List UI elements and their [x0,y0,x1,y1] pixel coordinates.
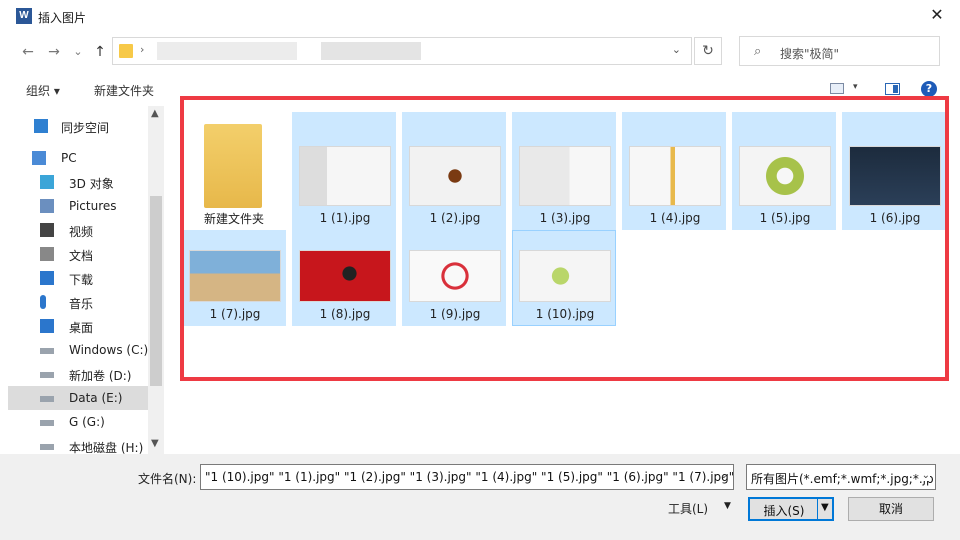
close-button[interactable]: ✕ [914,0,960,32]
scroll-down-icon[interactable]: ▼ [151,438,159,449]
split-divider [817,499,818,519]
sidebar-item[interactable]: Windows (C:) [8,338,148,362]
blurred-path-segment[interactable] [157,42,297,60]
insert-button[interactable]: 插入(S) ▼ [748,497,834,521]
refresh-button[interactable]: ↻ [694,37,722,65]
drive-icon [40,372,54,378]
chevron-right-icon: › [140,43,145,56]
music-icon [40,295,46,309]
view-icon[interactable] [830,83,844,94]
scroll-up-icon[interactable]: ▲ [151,108,159,119]
folder-icon [119,44,133,58]
download-icon [40,271,54,285]
footer-bar: 文件名(N): "1 (10).jpg" "1 (1).jpg" "1 (2).… [0,454,960,540]
sidebar-item-label: 3D 对象 [69,177,114,191]
filename-value: "1 (10).jpg" "1 (1).jpg" "1 (2).jpg" "1 … [205,470,734,484]
sidebar-item[interactable]: PC [8,146,148,170]
scrollbar-thumb[interactable] [150,196,162,386]
document-icon [40,247,54,261]
sidebar-item-label: 下载 [69,273,94,287]
3d-objects-icon [40,175,54,189]
pictures-icon [40,199,54,213]
back-button[interactable]: ← [18,42,38,62]
sidebar-item-label: Windows (C:) [69,343,149,357]
sidebar-item[interactable]: Pictures [8,194,148,218]
insert-label: 插入(S) [763,504,805,518]
new-folder-button[interactable]: 新建文件夹 [94,82,154,99]
dialog-title: 插入图片 [38,11,87,25]
blurred-path-segment[interactable] [321,42,421,60]
tools-button[interactable]: 工具(L) ▼ [668,500,731,517]
sidebar-item-label: 新加卷 (D:) [69,369,132,383]
search-icon: ⌕ [754,44,762,59]
sidebar-item-label: 文档 [69,249,94,263]
file-type-dropdown-icon[interactable]: ⌄ [921,470,930,481]
filename-label: 文件名(N): [138,472,197,486]
filename-input[interactable]: "1 (10).jpg" "1 (1).jpg" "1 (2).jpg" "1 … [200,464,734,490]
sidebar-item[interactable]: Data (E:) [8,386,148,410]
navigation-scrollbar[interactable]: ▲ ▼ [148,106,164,454]
insert-picture-dialog: W 插入图片 ✕ ← → ⌄ ↑ › ⌄ ↻ ⌕ 搜索"极简" 组织 ▾ 新建文… [0,0,960,540]
up-button[interactable]: ↑ [90,42,110,62]
sidebar-item-label: 同步空间 [61,121,110,135]
sidebar-item[interactable]: 3D 对象 [8,170,148,194]
sidebar-item-label: 桌面 [69,321,94,335]
sidebar-item-label: PC [61,151,77,165]
sidebar-item-label: G (G:) [69,415,105,429]
sync-space-icon [34,119,48,133]
organize-button[interactable]: 组织 ▾ [26,82,60,99]
file-type-value: 所有图片(*.emf;*.wmf;*.jpg;*.jp [751,472,934,486]
address-bar[interactable]: › ⌄ [112,37,692,65]
tools-dropdown-icon: ▼ [724,501,731,511]
help-icon[interactable]: ? [921,81,937,97]
computer-icon [32,151,46,165]
title-bar: W 插入图片 ✕ [0,0,960,32]
preview-pane-icon[interactable] [885,83,900,95]
highlight-box [180,96,949,381]
sidebar-item[interactable]: 音乐 [8,290,148,314]
sidebar-item-label: Data (E:) [69,391,123,405]
search-box[interactable]: ⌕ 搜索"极简" [739,36,940,66]
desktop-icon [40,319,54,333]
video-icon [40,223,54,237]
filename-dropdown-icon[interactable]: ⌄ [720,470,728,481]
cancel-button[interactable]: 取消 [848,497,934,521]
sidebar-item-label: 视频 [69,225,94,239]
insert-dropdown-icon[interactable]: ▼ [821,502,829,513]
sidebar-item-label: Pictures [69,199,117,213]
address-dropdown-icon[interactable]: ⌄ [672,43,681,56]
drive-icon [40,348,54,354]
tools-label: 工具(L) [668,502,709,516]
sidebar-item[interactable]: G (G:) [8,410,148,434]
sidebar-item[interactable]: 视频 [8,218,148,242]
file-type-select[interactable]: 所有图片(*.emf;*.wmf;*.jpg;*.jp ⌄ [746,464,936,490]
drive-icon [40,396,54,402]
drive-icon [40,420,54,426]
recent-locations-button[interactable]: ⌄ [68,42,88,62]
sidebar-item[interactable]: 下载 [8,266,148,290]
sidebar-item[interactable]: 同步空间 [8,114,148,138]
navigation-pane: 同步空间 PC 3D 对象 Pictures 视频文档下载音乐桌面 Windows (C:… [8,106,148,455]
drive-icon [40,444,54,450]
sidebar-item[interactable]: 文档 [8,242,148,266]
sidebar-item-label: 音乐 [69,297,94,311]
word-app-icon: W [16,8,32,24]
view-dropdown-icon[interactable]: ▾ [853,82,858,92]
sidebar-item[interactable]: 新加卷 (D:) [8,362,148,386]
search-placeholder: 搜索"极简" [780,47,840,61]
sidebar-item[interactable]: 桌面 [8,314,148,338]
forward-button[interactable]: → [44,42,64,62]
